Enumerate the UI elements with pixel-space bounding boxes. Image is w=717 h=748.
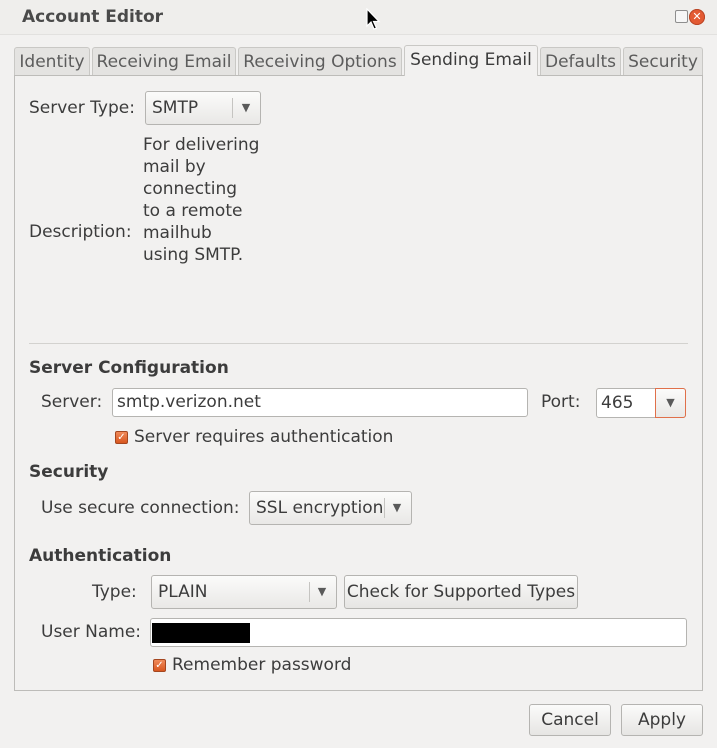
window-title: Account Editor: [22, 7, 164, 27]
apply-button[interactable]: Apply: [621, 704, 703, 736]
server-configuration-heading: Server Configuration: [29, 358, 229, 378]
redacted-username: [152, 623, 250, 643]
tab-defaults[interactable]: Defaults: [540, 47, 621, 75]
description-line: mailhub: [143, 223, 212, 243]
description-line: connecting: [143, 179, 238, 199]
check-supported-types-button[interactable]: Check for Supported Types: [344, 575, 578, 609]
secure-connection-value: SSL encryption: [256, 498, 384, 518]
description-line: mail by: [143, 157, 206, 177]
description-label: Description:: [29, 222, 132, 242]
chevron-down-icon: ▼: [392, 501, 402, 514]
description-line: using SMTP.: [143, 245, 244, 265]
server-type-label: Server Type:: [29, 98, 135, 118]
server-type-description: For delivering mail by connecting to a r…: [143, 134, 259, 266]
cancel-button[interactable]: Cancel: [529, 704, 611, 736]
tab-identity[interactable]: Identity: [14, 47, 90, 75]
section-divider: [29, 343, 688, 344]
port-combo[interactable]: 465 ▼: [596, 388, 686, 418]
mouse-cursor-icon: [366, 8, 381, 30]
server-type-value: SMTP: [152, 98, 199, 118]
port-label: Port:: [541, 392, 581, 412]
remember-password-label: Remember password: [172, 655, 352, 675]
server-label: Server:: [41, 392, 103, 412]
chevron-down-icon: ▼: [241, 101, 251, 114]
security-heading: Security: [29, 462, 109, 482]
tab-security[interactable]: Security: [623, 47, 703, 75]
auth-type-select[interactable]: PLAIN ▼: [151, 575, 337, 609]
server-input[interactable]: smtp.verizon.net: [112, 388, 528, 417]
secure-connection-label: Use secure connection:: [41, 498, 240, 518]
server-type-select[interactable]: SMTP ▼: [145, 91, 261, 125]
restore-icon[interactable]: [675, 10, 688, 23]
tab-sending-email[interactable]: Sending Email: [404, 45, 538, 76]
chevron-down-icon[interactable]: ▼: [655, 388, 686, 418]
tab-receiving-options[interactable]: Receiving Options: [238, 47, 402, 75]
authentication-heading: Authentication: [29, 546, 172, 566]
chevron-down-icon: ▼: [317, 585, 327, 598]
requires-auth-checkbox[interactable]: ✓: [115, 431, 128, 444]
remember-password-checkbox[interactable]: ✓: [153, 659, 166, 672]
description-line: to a remote: [143, 201, 243, 221]
auth-type-label: Type:: [92, 582, 137, 602]
port-value: 465: [601, 393, 634, 413]
description-line: For delivering: [143, 135, 260, 155]
auth-type-value: PLAIN: [158, 582, 208, 602]
secure-connection-select[interactable]: SSL encryption ▼: [249, 491, 412, 525]
tab-receiving-email[interactable]: Receiving Email: [92, 47, 236, 75]
close-icon[interactable]: ✕: [689, 9, 705, 25]
username-label: User Name:: [41, 622, 142, 642]
requires-auth-label: Server requires authentication: [134, 427, 394, 447]
